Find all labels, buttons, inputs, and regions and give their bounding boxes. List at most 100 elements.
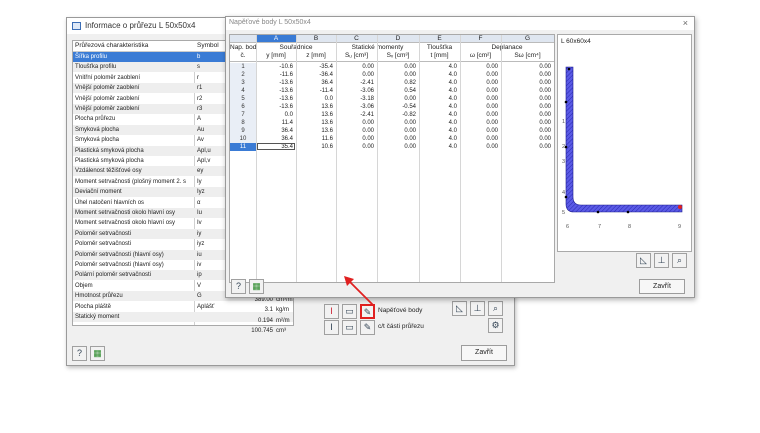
section-icon-a[interactable]: I [324, 304, 339, 319]
property-name: Plocha pláště [75, 303, 112, 310]
table-row[interactable]: 7 0.0 13.6 -2.41 -0.82 4.0 0.00 0.00 [230, 111, 554, 119]
zoom-icon[interactable]: ⌕ [672, 253, 687, 268]
point-label: 6 [566, 224, 570, 230]
table-row[interactable]: 3 -13.6 36.4 -2.41 0.82 4.0 0.00 0.00 [230, 79, 554, 87]
cell-sw: 0.00 [539, 104, 551, 110]
table-row[interactable]: 10 36.4 11.6 0.00 0.00 4.0 0.00 0.00 [230, 135, 554, 143]
cell-sv: 0.00 [404, 128, 416, 134]
column-letter: F [478, 35, 483, 42]
section-icon-d[interactable]: ▭ [342, 320, 357, 335]
axes-icon[interactable]: ⊥ [470, 301, 485, 316]
header-point: Nap. bod [230, 44, 257, 51]
property-name: Poloměr setrvačnosti (hlavní osy) [75, 262, 164, 268]
cell-z: 13.6 [321, 128, 333, 134]
cell-t: 4.0 [448, 144, 457, 150]
property-symbol: α [197, 199, 201, 206]
cell-t: 4.0 [448, 120, 457, 126]
property-name: Šířka profilu [75, 54, 108, 60]
cell-su: -3.18 [360, 96, 374, 102]
settings-icon[interactable]: ⚙ [488, 318, 503, 333]
cell-sw: 0.00 [539, 144, 551, 150]
table-row[interactable]: 11 35.4 10.6 0.00 0.00 4.0 0.00 0.00 [230, 143, 554, 151]
cell-z: 13.6 [321, 120, 333, 126]
section-view-icon[interactable]: ◺ [452, 301, 467, 316]
column-letter: D [395, 35, 401, 42]
column-letter: E [437, 35, 442, 42]
section-view-icon[interactable]: ◺ [636, 253, 651, 268]
cell-z: -11.4 [319, 88, 333, 94]
property-name: Vzdálenost těžišťové osy [75, 168, 142, 175]
table-row[interactable]: 4 -13.6 -11.4 -3.06 0.54 4.0 0.00 0.00 [230, 87, 554, 95]
table-row[interactable]: 5 -13.6 0.0 -3.18 0.00 4.0 0.00 0.00 [230, 95, 554, 103]
point-label: 3 [562, 159, 566, 165]
table-row[interactable]: 2 -11.6 -36.4 0.00 0.00 4.0 0.00 0.00 [230, 71, 554, 79]
property-symbol: Iyz [197, 189, 205, 196]
cell-sv: 0.82 [404, 80, 416, 86]
cell-t: 4.0 [448, 112, 457, 118]
selected-point-marker [678, 205, 682, 209]
row-number: 5 [230, 95, 256, 103]
property-symbol: r [197, 74, 199, 81]
ct-parts-label: c/t části průřezu [378, 323, 424, 330]
back-close-button[interactable]: Zavřít [461, 345, 507, 361]
property-symbol: Iu [197, 210, 203, 216]
export-icon[interactable]: ▦ [249, 279, 264, 294]
front-close-button[interactable]: Zavřít [639, 279, 685, 294]
table-row[interactable]: 8 11.4 13.6 0.00 0.00 4.0 0.00 0.00 [230, 119, 554, 127]
cell-sv: 0.00 [404, 120, 416, 126]
cell-w: 0.00 [486, 128, 498, 134]
header-symbol: Symbol [197, 42, 219, 49]
values-column: 389.00 cm³/m 3.1 kg/m 0.194 m²/m 100.745 cm³ [245, 295, 301, 335]
ct-parts-button[interactable]: ✎ [360, 320, 375, 335]
property-name: Moment setrvačnosti okolo hlavní osy [75, 220, 176, 227]
section-icon-c[interactable]: I [324, 320, 339, 335]
table-row[interactable]: 9 36.4 13.6 0.00 0.00 4.0 0.00 0.00 [230, 127, 554, 135]
axes-icon[interactable]: ⊥ [654, 253, 669, 268]
cell-su: 0.00 [362, 128, 374, 134]
help-icon[interactable]: ? [231, 279, 246, 294]
cell-sw: 0.00 [539, 64, 551, 70]
property-symbol: Iv [197, 220, 202, 227]
cell-y: 36.4 [281, 128, 293, 134]
stress-point-marker [596, 210, 600, 214]
property-name: Plastická smyková plocha [75, 158, 144, 164]
property-symbol: Aplášť [197, 303, 215, 310]
cell-t: 4.0 [448, 96, 457, 102]
section-drawing [564, 66, 683, 214]
cell-su: -3.06 [360, 88, 374, 94]
table-row[interactable]: 1 -10.6 -35.4 0.00 0.00 4.0 0.00 0.00 [230, 63, 554, 71]
column-letter: G [524, 35, 531, 42]
property-unit: kg/m [276, 307, 290, 314]
stress-points-titlebar[interactable]: Napěťové body L 50x50x4 × [226, 17, 694, 30]
property-symbol: r3 [197, 106, 203, 112]
sub-header: t [mm] [430, 52, 449, 59]
table-row[interactable]: 6 -13.6 13.6 -3.06 -0.54 4.0 0.00 0.00 [230, 103, 554, 111]
cell-z: 11.6 [321, 136, 333, 142]
cell-w: 0.00 [486, 80, 498, 86]
cell-t: 4.0 [448, 136, 457, 142]
close-icon[interactable]: × [683, 18, 688, 28]
zoom-icon[interactable]: ⌕ [488, 301, 503, 316]
column-letter: A [256, 35, 296, 42]
property-name: Objem [75, 282, 93, 289]
property-symbol: V [197, 282, 202, 289]
l-section-shape [565, 66, 683, 213]
section-info-title: Informace o průřezu L 50x50x4 [85, 21, 196, 30]
cell-t: 4.0 [448, 72, 457, 78]
property-name: Smyková plocha [75, 137, 120, 144]
stress-points-dialog: Napěťové body L 50x50x4 × A B C D E F G Nap. bo… [225, 16, 695, 298]
cell-w: 0.00 [486, 64, 498, 70]
property-symbol: b [197, 54, 201, 60]
row-number: 1 [230, 63, 256, 71]
stress-point-marker [564, 195, 568, 199]
column-letter: C [354, 35, 359, 42]
row-number: 4 [230, 87, 256, 95]
cell-z: 10.6 [321, 144, 333, 150]
property-unit: m²/m [276, 317, 290, 324]
cell-sw: 0.00 [539, 96, 551, 102]
cell-y: -13.6 [279, 80, 293, 86]
sub-header: Sω [cm⁴] [514, 52, 541, 59]
export-icon[interactable]: ▦ [90, 346, 105, 361]
property-symbol: r2 [197, 95, 203, 102]
help-icon[interactable]: ? [72, 346, 87, 361]
